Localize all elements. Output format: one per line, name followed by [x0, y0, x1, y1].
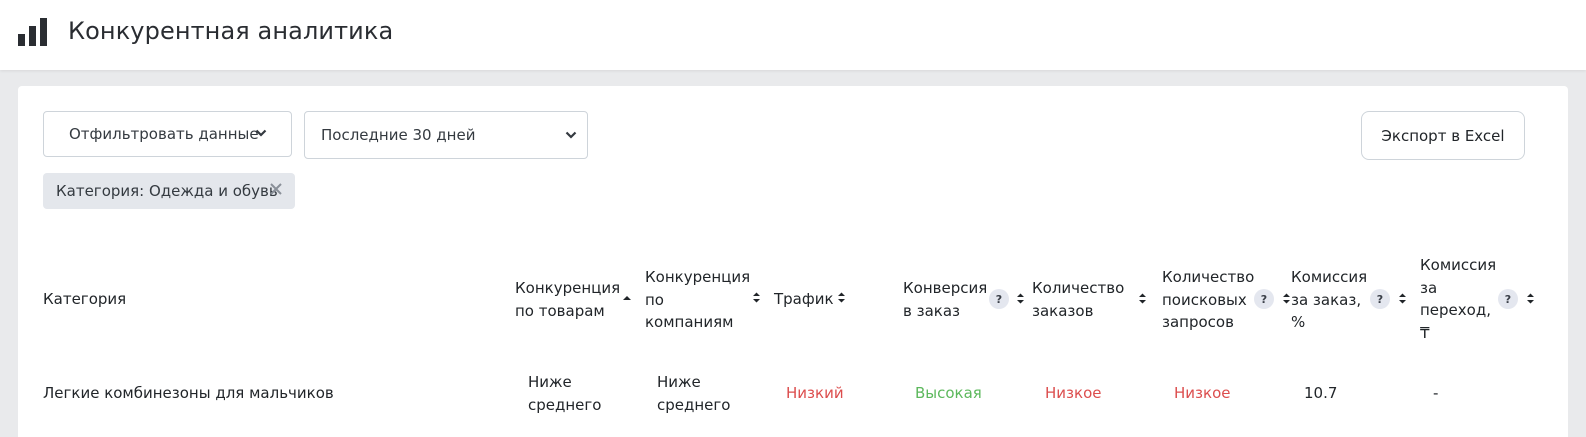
cell-click-commission: -: [1433, 384, 1439, 402]
help-icon[interactable]: ?: [1254, 289, 1274, 309]
col-header-traffic[interactable]: Трафик: [774, 288, 834, 311]
cell-order-commission: 10.7: [1304, 384, 1338, 402]
help-icon[interactable]: ?: [1498, 289, 1518, 309]
period-select[interactable]: Последние 30 дней: [304, 111, 588, 159]
chevron-down-icon: [255, 129, 267, 137]
export-excel-button[interactable]: Экспорт в Excel: [1361, 111, 1525, 160]
help-icon[interactable]: ?: [1370, 289, 1390, 309]
filter-chip-label: Категория: Одежда и обувь: [56, 182, 278, 200]
cell-traffic: Низкий: [786, 384, 844, 402]
page-title: Конкурентная аналитика: [68, 17, 394, 45]
period-select-value: Последние 30 дней: [321, 126, 476, 144]
cell-company-competition: Ниже среднего: [657, 373, 731, 414]
sort-icon[interactable]: [1282, 292, 1291, 305]
bar-chart-icon: [18, 18, 47, 46]
sort-icon[interactable]: [1138, 292, 1147, 305]
cell-orders: Низкое: [1045, 384, 1102, 402]
sort-asc-icon[interactable]: [622, 294, 632, 302]
col-header-click-commission[interactable]: Комиссия за переход, ₸: [1420, 254, 1496, 344]
cell-product-competition: Ниже среднего: [528, 373, 602, 414]
cell-search-queries: Низкое: [1174, 384, 1231, 402]
cell-conversion: Высокая: [915, 384, 982, 402]
col-header-product-competition[interactable]: Конкуренция по товарам: [515, 277, 620, 322]
col-header-category[interactable]: Категория: [43, 288, 243, 311]
sort-icon[interactable]: [1398, 292, 1407, 305]
filter-data-label: Отфильтровать данные: [69, 125, 259, 143]
analytics-card: Отфильтровать данные Последние 30 дней Э…: [18, 86, 1568, 437]
col-header-orders[interactable]: Количество заказов: [1032, 277, 1132, 322]
help-icon[interactable]: ?: [989, 289, 1009, 309]
sort-icon[interactable]: [837, 291, 846, 304]
col-header-company-competition[interactable]: Конкуренция по компаниям: [645, 266, 750, 334]
close-icon[interactable]: [269, 182, 283, 196]
sort-icon[interactable]: [1526, 292, 1535, 305]
col-header-conversion[interactable]: Конверсия в заказ: [903, 277, 988, 322]
app-header: Конкурентная аналитика: [0, 0, 1586, 70]
sort-icon[interactable]: [1016, 292, 1025, 305]
chevron-down-icon: [565, 131, 577, 139]
sort-icon[interactable]: [752, 291, 761, 304]
cell-category: Легкие комбинезоны для мальчиков: [43, 384, 334, 402]
col-header-search-queries[interactable]: Количество поисковых запросов: [1162, 266, 1254, 334]
col-header-order-commission[interactable]: Комиссия за заказ, %: [1291, 266, 1371, 334]
filter-chip-category: Категория: Одежда и обувь: [43, 173, 295, 209]
export-excel-label: Экспорт в Excel: [1381, 126, 1505, 145]
filter-data-button[interactable]: Отфильтровать данные: [43, 111, 292, 157]
